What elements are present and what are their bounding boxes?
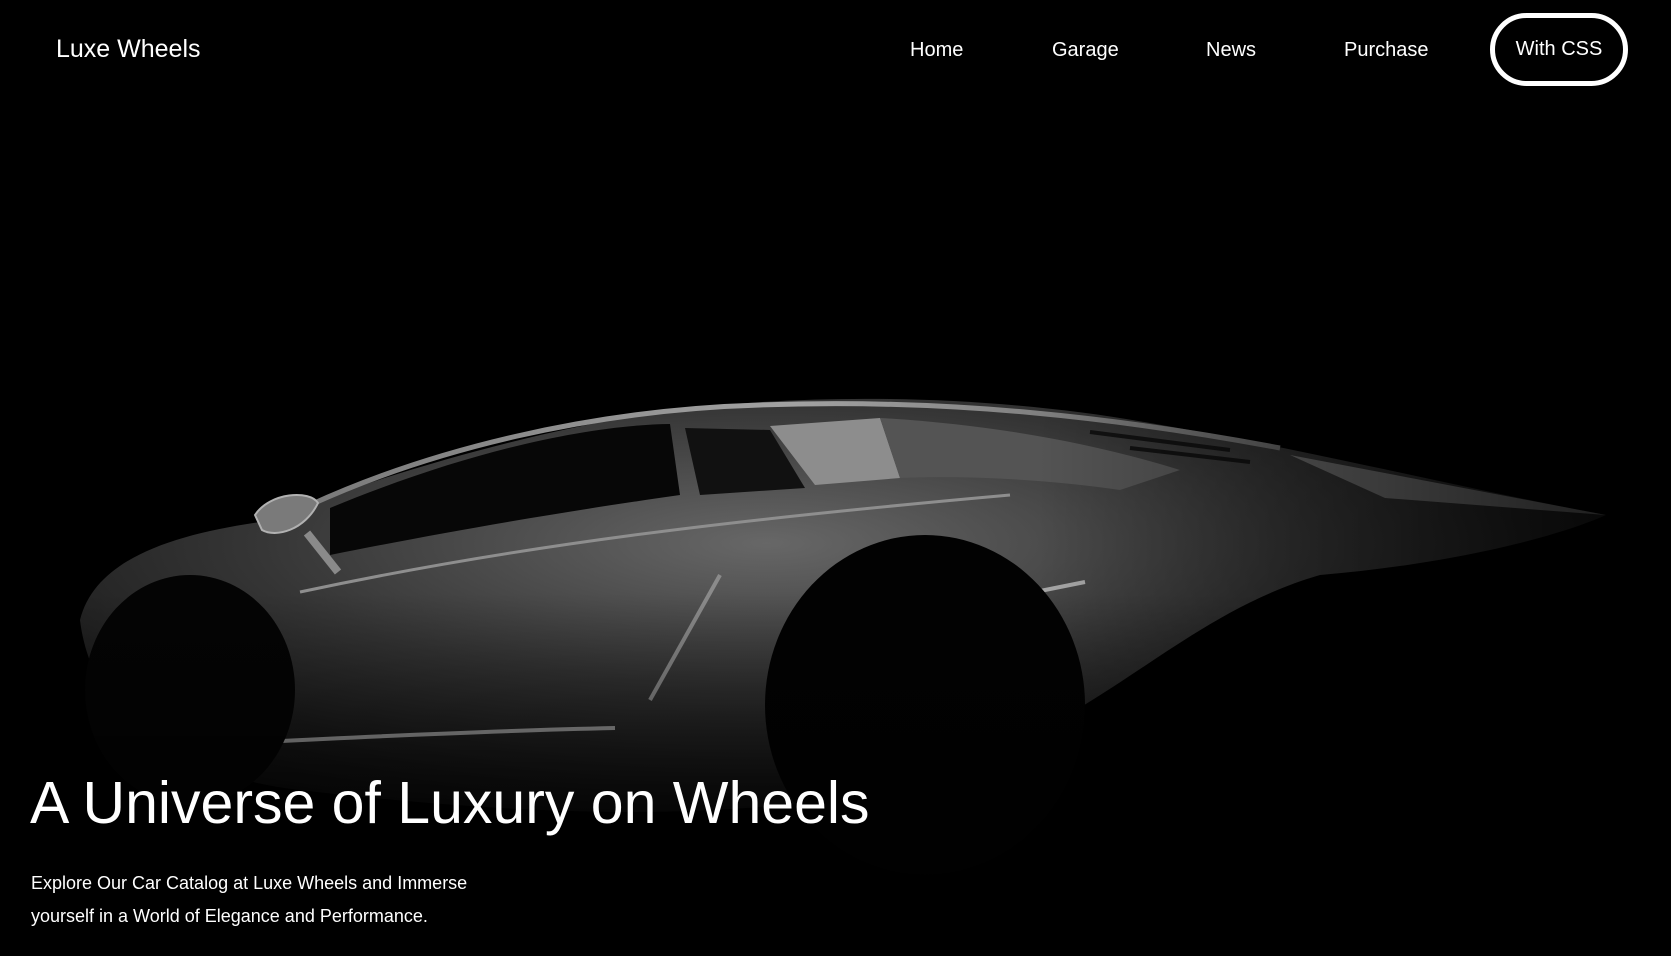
brand-logo-text[interactable]: Luxe Wheels	[56, 33, 201, 65]
nav-link-home[interactable]: Home	[910, 37, 963, 63]
nav-link-purchase[interactable]: Purchase	[1344, 37, 1429, 63]
with-css-button[interactable]: With CSS	[1490, 13, 1628, 86]
nav-link-news[interactable]: News	[1206, 37, 1256, 63]
hero-title: A Universe of Luxury on Wheels	[30, 770, 870, 836]
top-navigation-bar: Luxe Wheels Home Garage News Purchase Wi…	[0, 0, 1671, 100]
landing-page: Luxe Wheels Home Garage News Purchase Wi…	[0, 0, 1671, 956]
hero-description: Explore Our Car Catalog at Luxe Wheels a…	[31, 873, 468, 926]
nav-link-garage[interactable]: Garage	[1052, 37, 1119, 63]
